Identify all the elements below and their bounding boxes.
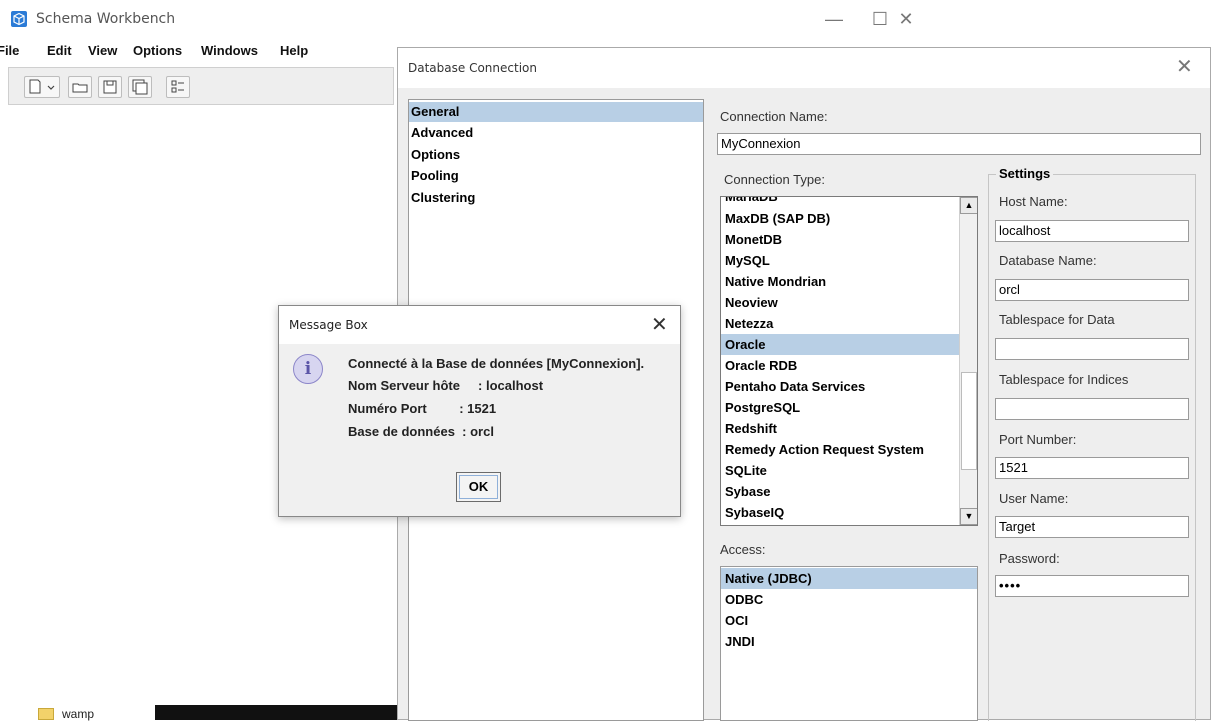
settings-title: Settings — [996, 166, 1054, 181]
dialog-close-button[interactable]: ✕ — [1176, 54, 1193, 79]
list-item[interactable]: Sybase — [721, 481, 959, 502]
message-line-4: Base de données : orcl — [348, 424, 494, 439]
message-line-3: Numéro Port : 1521 — [348, 401, 497, 416]
new-file-icon — [29, 79, 55, 94]
dialog-title-bar[interactable]: Database Connection ✕ — [398, 48, 1210, 88]
message-box-dialog: Message Box ✕ i Connecté à la Base de do… — [278, 305, 681, 517]
save-icon — [103, 80, 117, 94]
tablespace-data-label: Tablespace for Data — [999, 312, 1115, 327]
database-name-label: Database Name: — [999, 253, 1097, 268]
list-item[interactable]: Oracle RDB — [721, 355, 959, 376]
list-item[interactable]: Netezza — [721, 313, 959, 334]
list-item[interactable]: SybaseIQ — [721, 502, 959, 523]
port-number-field[interactable]: 1521 — [995, 457, 1189, 479]
user-name-label: User Name: — [999, 491, 1069, 506]
open-button[interactable] — [68, 76, 92, 98]
nav-item-general[interactable]: General — [409, 102, 703, 122]
list-item[interactable]: MySQL — [721, 250, 959, 271]
menu-view[interactable]: View — [88, 43, 117, 58]
save-as-icon — [132, 79, 148, 95]
message-box-title-bar[interactable]: Message Box ✕ — [279, 306, 680, 344]
list-item[interactable]: SQLite — [721, 460, 959, 481]
list-item[interactable]: Pentaho Data Services — [721, 376, 959, 397]
list-item-selected[interactable]: Native (JDBC) — [721, 568, 977, 589]
ok-button[interactable]: OK — [456, 472, 501, 502]
menu-options[interactable]: Options — [133, 43, 182, 58]
connection-type-label: Connection Type: — [724, 172, 825, 187]
taskbar-strip: wamp — [0, 705, 400, 721]
scrollbar-thumb[interactable] — [961, 372, 977, 470]
list-item[interactable]: Redshift — [721, 418, 959, 439]
connection-type-scrollbar[interactable]: ▲ ▼ — [959, 197, 977, 525]
toolbar — [8, 67, 394, 105]
dialog-title: Database Connection — [408, 61, 537, 75]
list-item[interactable]: OCI — [721, 610, 977, 631]
nav-item-options[interactable]: Options — [409, 145, 703, 165]
list-item[interactable]: PostgreSQL — [721, 397, 959, 418]
menu-windows[interactable]: Windows — [201, 43, 258, 58]
connection-type-list[interactable]: MariaDB MaxDB (SAP DB) MonetDB MySQL Nat… — [720, 196, 978, 526]
main-title-bar[interactable]: Schema Workbench — ☐ ✕ — [0, 0, 936, 40]
tablespace-data-field[interactable] — [995, 338, 1189, 360]
save-as-button[interactable] — [128, 76, 152, 98]
minimize-button[interactable]: — — [818, 6, 850, 32]
list-item[interactable]: ODBC — [721, 589, 977, 610]
list-item[interactable]: MariaDB — [721, 197, 959, 207]
password-label: Password: — [999, 551, 1060, 566]
info-icon: i — [293, 354, 323, 384]
password-field[interactable]: •••• — [995, 575, 1189, 597]
preferences-button[interactable] — [166, 76, 190, 98]
list-settings-icon — [171, 80, 184, 93]
app-cube-icon — [11, 11, 27, 27]
list-item[interactable]: MaxDB (SAP DB) — [721, 208, 959, 229]
save-button[interactable] — [98, 76, 122, 98]
list-item[interactable]: MonetDB — [721, 229, 959, 250]
database-name-field[interactable]: orcl — [995, 279, 1189, 301]
new-schema-button[interactable] — [24, 76, 60, 98]
open-folder-icon — [72, 83, 88, 93]
message-box-close-button[interactable]: ✕ — [651, 312, 668, 337]
list-item[interactable]: JNDI — [721, 631, 977, 652]
nav-item-advanced[interactable]: Advanced — [409, 123, 703, 143]
access-list[interactable]: Native (JDBC) ODBC OCI JNDI — [720, 566, 978, 721]
taskbar-folder-label[interactable]: wamp — [62, 707, 94, 721]
list-item[interactable]: Neoview — [721, 292, 959, 313]
tablespace-indices-label: Tablespace for Indices — [999, 372, 1129, 387]
host-name-label: Host Name: — [999, 194, 1068, 209]
host-name-field[interactable]: localhost — [995, 220, 1189, 242]
access-label: Access: — [720, 542, 766, 557]
tablespace-indices-field[interactable] — [995, 398, 1189, 420]
scroll-up-arrow-icon[interactable]: ▲ — [960, 197, 977, 214]
menu-help[interactable]: Help — [280, 43, 308, 58]
connection-name-label: Connection Name: — [720, 109, 828, 124]
close-window-button[interactable]: ✕ — [890, 6, 922, 32]
message-box-title: Message Box — [289, 318, 368, 332]
menu-edit[interactable]: Edit — [47, 43, 72, 58]
nav-item-pooling[interactable]: Pooling — [409, 166, 703, 186]
connection-name-field[interactable]: MyConnexion — [717, 133, 1201, 155]
list-item[interactable]: Native Mondrian — [721, 271, 959, 292]
folder-icon — [38, 708, 54, 720]
menu-file[interactable]: File — [0, 43, 19, 58]
message-line-2: Nom Serveur hôte : localhost — [348, 378, 544, 393]
scroll-down-arrow-icon[interactable]: ▼ — [960, 508, 977, 525]
list-item[interactable]: Remedy Action Request System — [721, 439, 959, 460]
nav-item-clustering[interactable]: Clustering — [409, 188, 703, 208]
app-title: Schema Workbench — [36, 11, 176, 27]
message-line-1: Connecté à la Base de données [MyConnexi… — [348, 356, 645, 371]
list-item-selected[interactable]: Oracle — [721, 334, 959, 355]
user-name-field[interactable]: Target — [995, 516, 1189, 538]
port-number-label: Port Number: — [999, 432, 1077, 447]
taskbar-dark-area — [155, 705, 400, 720]
